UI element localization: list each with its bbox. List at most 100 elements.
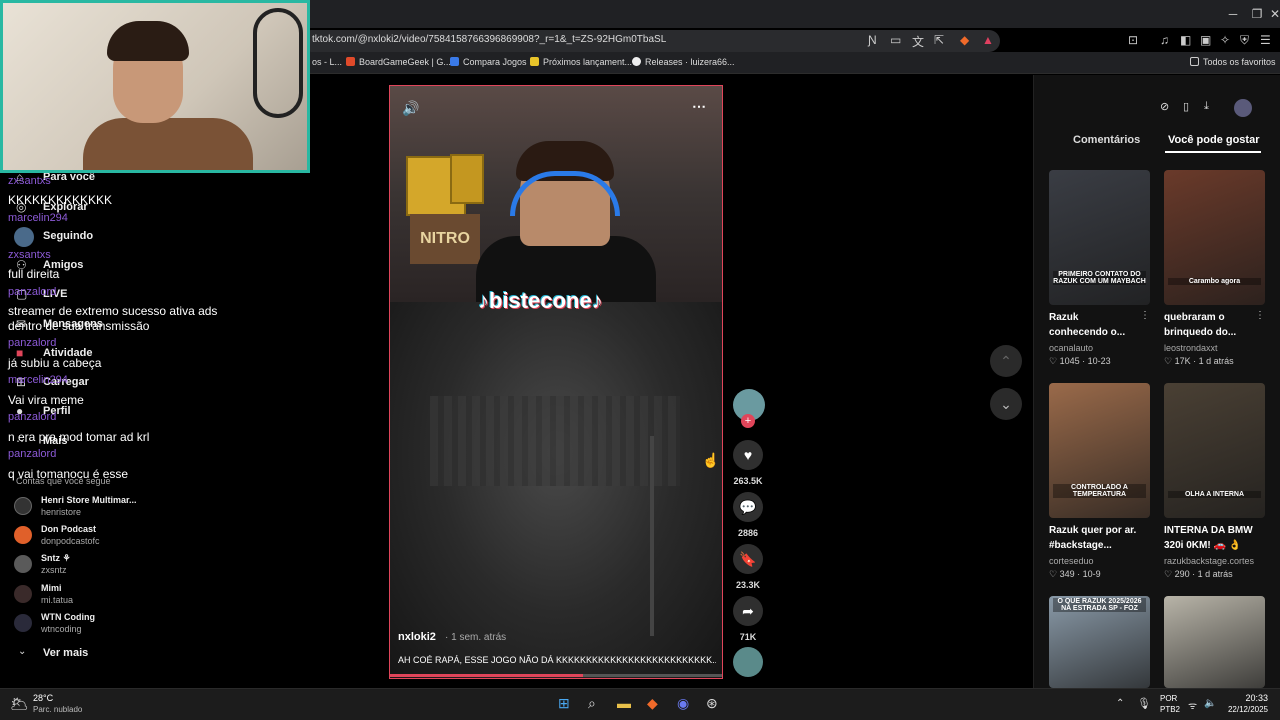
video-title[interactable]: 320i 0KM! 🚗 👌 xyxy=(1164,538,1241,553)
webcam-person-hair xyxy=(107,21,189,61)
video-thumbnail[interactable]: Carambo agora xyxy=(1164,170,1265,305)
music-icon[interactable]: ♫ xyxy=(1160,33,1169,47)
volume-icon[interactable]: 🔊 xyxy=(402,100,419,117)
avatar[interactable] xyxy=(14,497,32,515)
comment-button[interactable]: 💬 xyxy=(733,492,763,522)
video-thumbnail[interactable] xyxy=(1164,596,1265,688)
github-icon xyxy=(632,57,641,66)
following-handle: wtncoding xyxy=(41,624,82,634)
video-meta: ♡ 17K · 1 d atrás xyxy=(1164,356,1234,366)
weather-desc: Parc. nublado xyxy=(33,705,83,714)
avatar[interactable] xyxy=(14,585,32,603)
see-more-button[interactable]: Ver mais xyxy=(43,647,88,659)
app-icon[interactable]: ⊛ xyxy=(706,695,718,712)
language-indicator[interactable]: POR xyxy=(1160,694,1177,703)
video-meta: ♡ 290 · 1 d atrás xyxy=(1164,569,1233,579)
sidebar-icon[interactable]: ◧ xyxy=(1180,33,1191,47)
video-title[interactable]: #backstage... xyxy=(1049,538,1112,553)
start-icon[interactable]: ⊞ xyxy=(558,695,570,712)
following-name[interactable]: Henri Store Multimar... xyxy=(41,495,137,505)
tab-comments[interactable]: Comentários xyxy=(1073,134,1140,146)
bookmark-item[interactable]: Releases · luizera66... xyxy=(632,57,735,67)
video-author[interactable]: razukbackstage.cortes xyxy=(1164,556,1254,566)
brave-shield-icon[interactable]: ◆ xyxy=(960,33,969,47)
file-explorer-icon[interactable]: ▬ xyxy=(617,695,631,711)
share-button[interactable]: ➦ xyxy=(733,596,763,626)
bookmark-item[interactable]: BoardGameGeek | G... xyxy=(346,57,451,67)
video-title[interactable]: brinquedo do... xyxy=(1164,325,1236,340)
volume-icon[interactable]: 🔈 xyxy=(1204,698,1216,709)
chevron-up-icon[interactable]: ⌃ xyxy=(1116,698,1124,709)
leo-icon[interactable]: ✧ xyxy=(1220,33,1230,47)
video-player[interactable]: NITRO xyxy=(389,85,723,679)
minimize-icon[interactable]: ─ xyxy=(1222,4,1244,24)
all-bookmarks[interactable]: Todos os favoritos xyxy=(1190,57,1276,67)
following-name[interactable]: WTN Coding xyxy=(41,612,95,622)
video-author[interactable]: leostrondaxxt xyxy=(1164,343,1218,353)
video-title[interactable]: Razuk quer por ar. xyxy=(1049,523,1136,538)
search-icon[interactable]: ⌕ xyxy=(588,695,596,712)
like-button[interactable]: ♥ xyxy=(733,440,763,470)
previous-video-button[interactable]: ⌃ xyxy=(990,345,1022,377)
avatar[interactable] xyxy=(14,555,32,573)
video-title[interactable]: Razuk xyxy=(1049,310,1078,325)
discord-icon[interactable]: ◉ xyxy=(677,695,689,712)
share-count: 71K xyxy=(739,632,757,642)
close-icon[interactable]: ✕ xyxy=(1264,4,1280,24)
avatar[interactable] xyxy=(14,526,32,544)
weather-icon[interactable]: 🌥 xyxy=(10,695,29,713)
video-thumbnail[interactable]: O QUE RAZUK 2025/2026 NA ESTRADA SP - FO… xyxy=(1049,596,1150,688)
clock-date[interactable]: 22/12/2025 xyxy=(1220,705,1268,714)
more-options-icon[interactable]: ⋯ xyxy=(692,98,706,115)
avatar[interactable] xyxy=(14,614,32,632)
address-bar[interactable]: tktok.com/@nxloki2/video/758415876639686… xyxy=(300,30,1000,52)
brave-icon[interactable]: ◆ xyxy=(647,695,658,712)
reader-icon[interactable]: Ɲ xyxy=(868,33,877,47)
follow-plus-icon[interactable]: + xyxy=(741,414,755,428)
video-thumbnail[interactable]: CONTROLADO A TEMPERATURA xyxy=(1049,383,1150,518)
next-video-button[interactable]: ⌄ xyxy=(990,388,1022,420)
following-name[interactable]: Don Podcast xyxy=(41,524,96,534)
nav-following[interactable]: Seguindo xyxy=(43,230,93,242)
translate-icon[interactable]: 文 xyxy=(912,33,924,50)
menu-icon[interactable]: ☰ xyxy=(1260,33,1271,47)
download-icon[interactable]: ⤓ xyxy=(1204,100,1209,113)
bookmark-item[interactable]: Próximos lançament... xyxy=(530,57,632,67)
wallet-icon[interactable]: ▣ xyxy=(1200,33,1211,47)
microphone-icon[interactable]: 🎙 xyxy=(1137,697,1151,710)
tab-you-may-like[interactable]: Você pode gostar xyxy=(1168,134,1259,146)
clock-time[interactable]: 20:33 xyxy=(1230,693,1268,703)
video-author[interactable]: corteseduo xyxy=(1049,556,1094,566)
following-name[interactable]: Sntz ⚘ xyxy=(41,553,71,564)
keyboard-layout[interactable]: PTB2 xyxy=(1160,705,1180,714)
more-vertical-icon[interactable]: ⋮ xyxy=(1255,310,1265,321)
wifi-icon[interactable]: ᯤ xyxy=(1188,698,1197,712)
url-text[interactable]: tktok.com/@nxloki2/video/758415876639686… xyxy=(312,34,666,45)
save-button[interactable]: 🔖 xyxy=(733,544,763,574)
screenshot-icon[interactable]: ⊡ xyxy=(1128,33,1138,47)
weather-temp[interactable]: 28°C xyxy=(33,693,53,703)
chevron-down-icon: ⌄ xyxy=(1000,396,1012,412)
video-title[interactable]: quebraram o xyxy=(1164,310,1225,325)
share-icon[interactable]: ⇱ xyxy=(934,33,944,47)
more-vertical-icon[interactable]: ⋮ xyxy=(1140,310,1150,321)
rewards-icon[interactable]: ▲ xyxy=(982,33,994,47)
video-progress-fill xyxy=(390,674,583,677)
video-title[interactable]: INTERNA DA BMW xyxy=(1164,523,1253,538)
video-thumbnail[interactable]: PRIMEIRO CONTATO DO RAZUK COM UM MAYBACH xyxy=(1049,170,1150,305)
sound-disc-icon[interactable] xyxy=(733,647,763,677)
video-top-frame: NITRO xyxy=(390,86,722,306)
bookmark-item[interactable]: os - L... xyxy=(312,57,342,67)
screen-icon[interactable]: ▭ xyxy=(890,33,901,47)
explore-icon[interactable]: ⊘ xyxy=(1160,100,1169,113)
phone-icon[interactable]: ▯ xyxy=(1183,100,1189,113)
bookmark-item[interactable]: Compara Jogos xyxy=(450,57,527,67)
vpn-icon[interactable]: ⛨ xyxy=(1240,33,1249,48)
video-thumbnail[interactable]: OLHA A INTERNA xyxy=(1164,383,1265,518)
following-name[interactable]: Mimi xyxy=(41,583,62,593)
video-author[interactable]: ocanalauto xyxy=(1049,343,1093,353)
video-title[interactable]: conhecendo o... xyxy=(1049,325,1125,340)
user-avatar[interactable] xyxy=(1234,99,1252,117)
video-progress-bar[interactable] xyxy=(390,674,722,677)
video-author[interactable]: nxloki2 xyxy=(398,631,436,643)
